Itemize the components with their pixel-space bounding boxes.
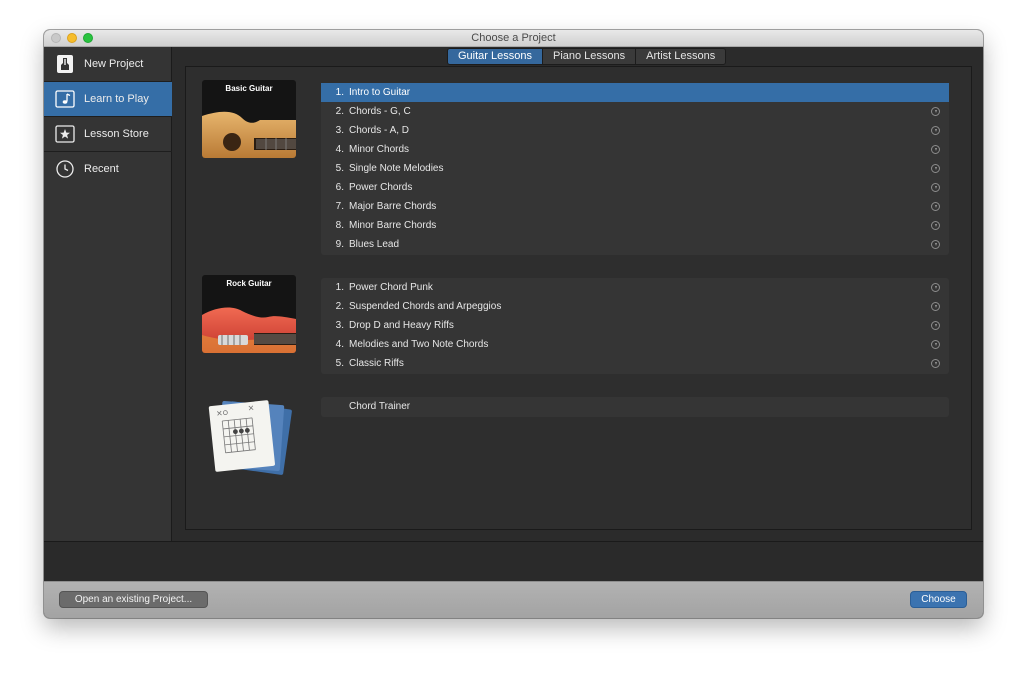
lesson-number: 1. bbox=[335, 282, 344, 293]
download-icon[interactable] bbox=[931, 240, 940, 249]
lesson-row[interactable]: 4. Minor Chords bbox=[321, 140, 949, 159]
guitar-doc-icon bbox=[55, 54, 75, 74]
sidebar: New Project Learn to Play Lesson Store R… bbox=[44, 47, 172, 541]
lesson-number: 6. bbox=[335, 182, 344, 193]
lesson-title: Classic Riffs bbox=[349, 358, 404, 369]
lesson-title: Chord Trainer bbox=[349, 401, 411, 412]
download-icon[interactable] bbox=[931, 359, 940, 368]
sidebar-item-learn-to-play[interactable]: Learn to Play bbox=[44, 82, 172, 116]
lessons-panel: Basic Guitar 1. Intro to Guitar 2. Chord… bbox=[185, 66, 972, 530]
music-note-icon bbox=[55, 89, 75, 109]
lesson-row[interactable]: 9. Blues Lead bbox=[321, 235, 949, 254]
sidebar-item-label: Recent bbox=[84, 163, 119, 175]
rock-guitar-thumbnail[interactable]: Rock Guitar bbox=[202, 275, 296, 353]
chord-chart-icon bbox=[208, 400, 292, 475]
chord-trainer-thumbnail[interactable] bbox=[206, 397, 296, 477]
lesson-number: 4. bbox=[335, 144, 344, 155]
download-icon[interactable] bbox=[931, 126, 940, 135]
thumbnail-title: Rock Guitar bbox=[226, 279, 272, 288]
lesson-number: 7. bbox=[335, 201, 344, 212]
lesson-row[interactable]: 8. Minor Barre Chords bbox=[321, 216, 949, 235]
lesson-title: Chords - G, C bbox=[349, 106, 411, 117]
lesson-title: Blues Lead bbox=[349, 239, 400, 250]
sidebar-item-label: Lesson Store bbox=[84, 128, 149, 140]
lesson-number: 2. bbox=[335, 301, 344, 312]
sidebar-item-recent[interactable]: Recent bbox=[44, 152, 172, 186]
lesson-title: Intro to Guitar bbox=[349, 87, 411, 98]
lesson-number: 1. bbox=[335, 87, 344, 98]
lesson-title: Power Chords bbox=[349, 182, 413, 193]
clock-icon bbox=[55, 159, 75, 179]
sidebar-item-label: New Project bbox=[84, 58, 144, 70]
sidebar-item-lesson-store[interactable]: Lesson Store bbox=[44, 117, 172, 151]
lesson-title: Suspended Chords and Arpeggios bbox=[349, 301, 502, 312]
download-icon[interactable] bbox=[931, 107, 940, 116]
download-icon[interactable] bbox=[931, 340, 940, 349]
lesson-row[interactable]: 2. Suspended Chords and Arpeggios bbox=[321, 297, 949, 316]
status-area bbox=[44, 541, 983, 581]
download-icon[interactable] bbox=[931, 202, 940, 211]
lesson-row[interactable]: 2. Chords - G, C bbox=[321, 102, 949, 121]
lesson-row[interactable]: 1. Intro to Guitar bbox=[321, 83, 949, 102]
star-icon bbox=[55, 124, 75, 144]
tab-artist-lessons[interactable]: Artist Lessons bbox=[636, 49, 726, 64]
download-icon[interactable] bbox=[931, 321, 940, 330]
thumbnail-title: Basic Guitar bbox=[225, 84, 273, 93]
footer-bar: Open an existing Project... Choose bbox=[44, 581, 983, 618]
lesson-row[interactable]: 3. Drop D and Heavy Riffs bbox=[321, 316, 949, 335]
lesson-row[interactable]: 4. Melodies and Two Note Chords bbox=[321, 335, 949, 354]
tab-piano-lessons[interactable]: Piano Lessons bbox=[542, 49, 637, 64]
lesson-title: Minor Chords bbox=[349, 144, 410, 155]
lesson-list: 1. Power Chord Punk 2. Suspended Chords … bbox=[321, 278, 949, 374]
lesson-row[interactable]: 5. Single Note Melodies bbox=[321, 159, 949, 178]
download-icon[interactable] bbox=[931, 164, 940, 173]
lesson-number: 3. bbox=[335, 125, 344, 136]
lesson-title: Power Chord Punk bbox=[349, 282, 433, 293]
lesson-number: 4. bbox=[335, 339, 344, 350]
tab-guitar-lessons[interactable]: Guitar Lessons bbox=[448, 49, 543, 64]
download-icon[interactable] bbox=[931, 221, 940, 230]
lesson-row[interactable]: 6. Power Chords bbox=[321, 178, 949, 197]
lesson-title: Drop D and Heavy Riffs bbox=[349, 320, 454, 331]
lesson-row[interactable]: 3. Chords - A, D bbox=[321, 121, 949, 140]
lesson-row[interactable]: Chord Trainer bbox=[321, 397, 949, 416]
lesson-title: Minor Barre Chords bbox=[349, 220, 437, 231]
basic-guitar-thumbnail[interactable]: Basic Guitar bbox=[202, 80, 296, 158]
lesson-list: Chord Trainer bbox=[321, 397, 949, 417]
tab-group: Guitar Lessons Piano Lessons Artist Less… bbox=[447, 48, 727, 65]
download-icon[interactable] bbox=[931, 145, 940, 154]
download-icon[interactable] bbox=[931, 183, 940, 192]
lesson-number: 5. bbox=[335, 358, 344, 369]
lesson-title: Melodies and Two Note Chords bbox=[349, 339, 489, 350]
lesson-number: 3. bbox=[335, 320, 344, 331]
download-icon[interactable] bbox=[931, 302, 940, 311]
choose-button[interactable]: Choose bbox=[910, 591, 967, 608]
sidebar-item-label: Learn to Play bbox=[84, 93, 149, 105]
title-bar[interactable]: Choose a Project bbox=[44, 30, 983, 47]
tab-bar: Guitar Lessons Piano Lessons Artist Less… bbox=[185, 47, 983, 67]
lesson-row[interactable]: 7. Major Barre Chords bbox=[321, 197, 949, 216]
choose-project-window: Choose a Project New Project Learn to Pl… bbox=[44, 30, 983, 618]
lesson-row[interactable]: 5. Classic Riffs bbox=[321, 354, 949, 373]
lesson-number: 2. bbox=[335, 106, 344, 117]
lesson-title: Chords - A, D bbox=[349, 125, 410, 136]
lesson-title: Major Barre Chords bbox=[349, 201, 437, 212]
window-title: Choose a Project bbox=[471, 32, 556, 44]
lesson-title: Single Note Melodies bbox=[349, 163, 444, 174]
lesson-number: 8. bbox=[335, 220, 344, 231]
download-icon[interactable] bbox=[931, 283, 940, 292]
open-existing-project-button[interactable]: Open an existing Project... bbox=[59, 591, 208, 608]
lesson-list: 1. Intro to Guitar 2. Chords - G, C 3. C… bbox=[321, 83, 949, 255]
lesson-number: 9. bbox=[335, 239, 344, 250]
sidebar-item-new-project[interactable]: New Project bbox=[44, 47, 172, 81]
lesson-row[interactable]: 1. Power Chord Punk bbox=[321, 278, 949, 297]
lesson-number: 5. bbox=[335, 163, 344, 174]
